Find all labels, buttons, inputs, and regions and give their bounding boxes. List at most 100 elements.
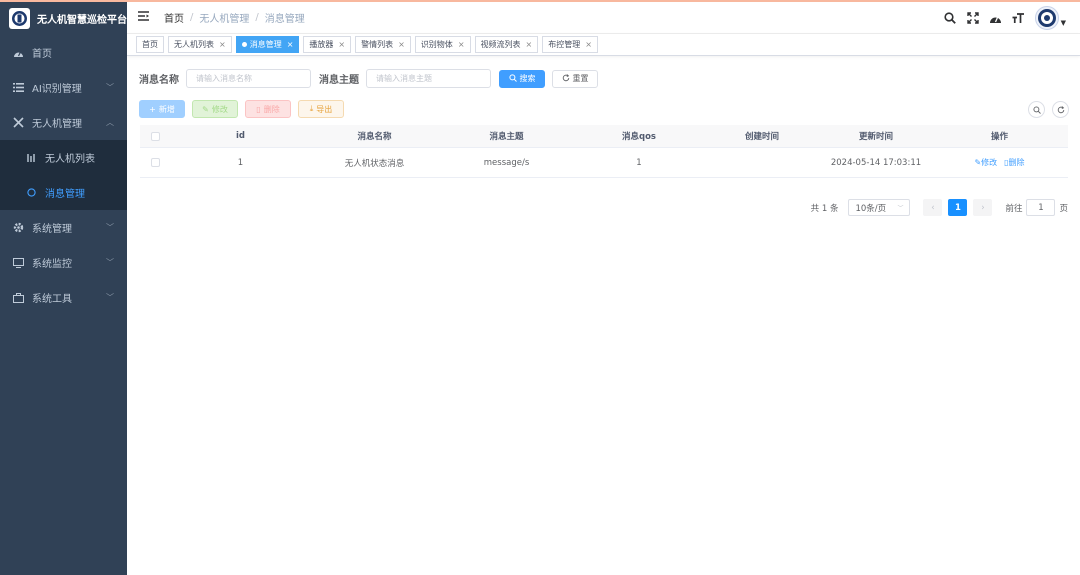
tags-view: 首页 无人机列表 × 消息管理 × 播放器 × 警情列表 × 识别物体 × 视频流列表 × … xyxy=(127,34,1080,56)
message-icon xyxy=(25,188,37,197)
column-header-updated[interactable]: 更新时间 xyxy=(821,130,931,142)
logo-emblem-icon xyxy=(9,8,30,29)
tag-video-stream-list[interactable]: 视频流列表 × xyxy=(474,36,539,53)
row-edit-link[interactable]: ✎修改 xyxy=(974,157,997,168)
navbar-right: ▼ xyxy=(943,6,1066,30)
tag-surveillance-management[interactable]: 布控管理 × xyxy=(542,36,598,53)
main-content: 消息名称 请输入消息名称 消息主题 请输入消息主题 搜索 重置 + 新增 ✎ 修改 … xyxy=(127,56,1080,575)
close-icon[interactable]: × xyxy=(458,37,465,52)
caret-down-icon[interactable]: ▼ xyxy=(1061,19,1066,27)
breadcrumb-separator: / xyxy=(255,12,259,23)
reset-button[interactable]: 重置 xyxy=(552,69,598,88)
pagination-total: 共 1 条 xyxy=(810,203,839,214)
tag-home[interactable]: 首页 xyxy=(136,36,164,53)
submenu-drone-management: 无人机列表 消息管理 xyxy=(0,140,127,210)
tag-alarm-list[interactable]: 警情列表 × xyxy=(355,36,411,53)
message-name-input[interactable]: 请输入消息名称 xyxy=(186,69,311,88)
edit-button[interactable]: ✎ 修改 xyxy=(192,100,238,118)
search-icon[interactable] xyxy=(943,11,957,25)
cell-qos: 1 xyxy=(636,157,642,168)
page-size-value: 10条/页 xyxy=(855,203,887,214)
prev-page-button[interactable]: ‹ xyxy=(923,199,943,216)
delete-button[interactable]: ▯ 删除 xyxy=(245,100,291,118)
sidebar-item-home[interactable]: 首页 xyxy=(0,35,127,70)
close-icon[interactable]: × xyxy=(398,37,405,52)
active-dot-icon xyxy=(241,42,247,47)
row-delete-link[interactable]: ▯删除 xyxy=(1004,157,1024,168)
column-header-id[interactable]: id xyxy=(170,131,311,141)
column-header-name[interactable]: 消息名称 xyxy=(311,130,438,142)
list-icon xyxy=(12,83,24,92)
tag-message-management[interactable]: 消息管理 × xyxy=(235,36,300,53)
search-form: 消息名称 请输入消息名称 消息主题 请输入消息主题 搜索 重置 xyxy=(139,69,598,88)
sidebar-item-label: 系统管理 xyxy=(32,224,72,235)
chevron-down-icon: ﹀ xyxy=(106,258,114,267)
goto-page-input[interactable]: 1 xyxy=(1026,199,1056,216)
tools-icon xyxy=(12,117,24,128)
sidebar: 无人机智慧巡检平台 首页 AI识别管理 ﹀ 无人机管理 ︿ 无人机列表 消息管理… xyxy=(0,2,127,575)
hamburger-icon[interactable] xyxy=(138,11,150,24)
delete-button-label: 删除 xyxy=(263,104,280,114)
font-size-icon[interactable] xyxy=(1012,11,1026,25)
speedometer-icon[interactable] xyxy=(989,11,1003,25)
refresh-icon[interactable] xyxy=(1052,101,1069,118)
cell-topic: message/s xyxy=(483,157,530,168)
cell-actions: ✎修改 ▯删除 xyxy=(931,157,1068,168)
select-all-checkbox[interactable] xyxy=(150,131,160,141)
search-icon xyxy=(508,73,517,84)
avatar[interactable] xyxy=(1034,6,1059,30)
sidebar-item-system-monitor[interactable]: 系统监控 ﹀ xyxy=(0,245,127,280)
sidebar-item-ai-recognition[interactable]: AI识别管理 ﹀ xyxy=(0,70,127,105)
action-toolbar: + 新增 ✎ 修改 ▯ 删除 ⤓ 导出 xyxy=(139,100,344,118)
message-name-placeholder: 请输入消息名称 xyxy=(196,74,252,83)
fullscreen-icon[interactable] xyxy=(966,11,980,25)
tag-drone-list[interactable]: 无人机列表 × xyxy=(168,36,232,53)
page-size-select[interactable]: 10条/页 ﹀ xyxy=(848,199,911,216)
chevron-down-icon: ﹀ xyxy=(106,83,114,92)
tag-player[interactable]: 播放器 × xyxy=(303,36,352,53)
breadcrumb-current: 消息管理 xyxy=(264,14,305,25)
page-number-current[interactable]: 1 xyxy=(948,199,968,216)
breadcrumb-home[interactable]: 首页 xyxy=(164,10,184,25)
chevron-down-icon: ﹀ xyxy=(106,223,114,232)
sidebar-item-message-management[interactable]: 消息管理 xyxy=(0,175,127,210)
close-icon[interactable]: × xyxy=(338,37,345,52)
row-checkbox[interactable] xyxy=(150,158,160,167)
breadcrumb-drone-management: 无人机管理 xyxy=(199,14,250,25)
refresh-icon xyxy=(562,73,570,84)
toggle-search-icon[interactable] xyxy=(1028,101,1045,118)
cell-name: 无人机状态消息 xyxy=(344,158,405,169)
close-icon[interactable]: × xyxy=(287,37,294,52)
sidebar-item-label: 消息管理 xyxy=(45,189,85,200)
sidebar-item-system-management[interactable]: 系统管理 ﹀ xyxy=(0,210,127,245)
column-header-created[interactable]: 创建时间 xyxy=(703,130,821,142)
sidebar-item-drone-management[interactable]: 无人机管理 ︿ xyxy=(0,105,127,140)
chevron-left-icon: ‹ xyxy=(931,202,935,213)
dashboard-icon xyxy=(12,48,24,58)
chevron-up-icon: ︿ xyxy=(106,118,114,127)
sidebar-item-system-tools[interactable]: 系统工具 ﹀ xyxy=(0,280,127,315)
sidebar-item-drone-list[interactable]: 无人机列表 xyxy=(0,140,127,175)
table-row[interactable]: 1 无人机状态消息 message/s 1 2024-05-14 17:03:1… xyxy=(140,148,1068,178)
close-icon[interactable]: × xyxy=(585,37,592,52)
search-button[interactable]: 搜索 xyxy=(499,69,545,88)
gear-icon xyxy=(12,222,24,233)
close-icon[interactable]: × xyxy=(219,37,226,52)
app-title: 无人机智慧巡检平台 xyxy=(37,15,127,26)
row-checkbox-cell xyxy=(140,158,170,167)
next-page-button[interactable]: › xyxy=(973,199,993,216)
add-button[interactable]: + 新增 xyxy=(139,100,185,118)
message-topic-placeholder: 请输入消息主题 xyxy=(376,74,432,83)
export-button[interactable]: ⤓ 导出 xyxy=(298,100,344,118)
tag-label: 布控管理 xyxy=(548,40,581,49)
message-name-label: 消息名称 xyxy=(139,75,179,86)
app-logo[interactable]: 无人机智慧巡检平台 xyxy=(0,2,127,35)
chevron-down-icon: ﹀ xyxy=(897,205,904,212)
pagination: 共 1 条 10条/页 ﹀ ‹ 1 › 前往 1 页 xyxy=(811,199,1068,216)
close-icon[interactable]: × xyxy=(526,37,533,52)
message-topic-input[interactable]: 请输入消息主题 xyxy=(366,69,491,88)
toolbox-icon xyxy=(12,292,24,303)
column-header-topic[interactable]: 消息主题 xyxy=(438,130,575,142)
tag-recognized-objects[interactable]: 识别物体 × xyxy=(414,36,471,53)
column-header-qos[interactable]: 消息qos xyxy=(575,130,703,142)
